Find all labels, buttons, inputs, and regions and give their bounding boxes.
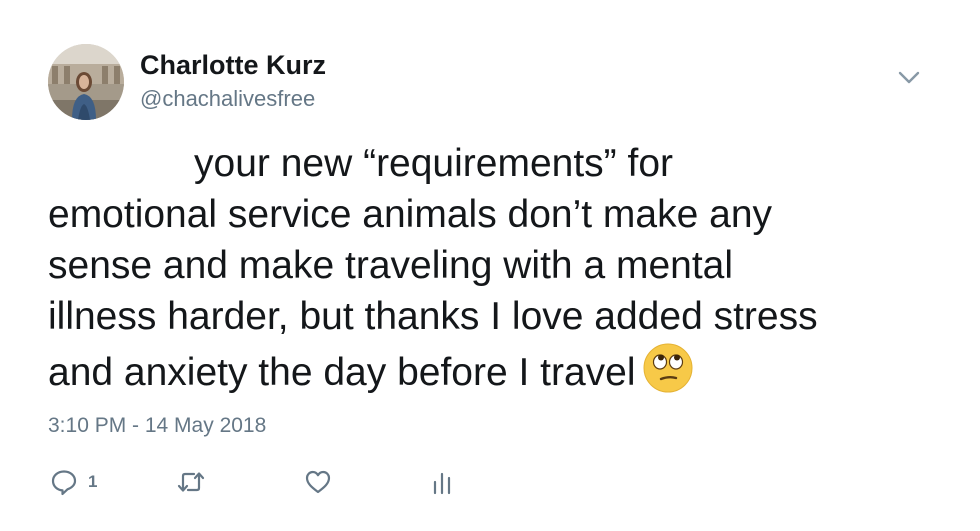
reply-count: 1 — [88, 472, 98, 491]
tweet-text: your new “requirements” for emotional se… — [48, 138, 928, 394]
tweet-text-line-content: and anxiety the day before I travel — [48, 351, 636, 394]
author-display-name[interactable]: Charlotte Kurz — [140, 50, 326, 81]
like-button[interactable] — [304, 462, 332, 502]
retweet-button[interactable] — [176, 462, 206, 502]
tweet-text-line-last: and anxiety the day before I travel — [48, 342, 928, 394]
tweet-text-line: your new “requirements” for — [194, 142, 674, 185]
chevron-down-icon[interactable] — [896, 68, 922, 88]
tweet-text-line: illness harder, but thanks I love added … — [48, 295, 818, 338]
author-handle[interactable]: @chachalivesfree — [140, 86, 315, 112]
avatar-photo — [48, 44, 124, 120]
tweet-text-line: emotional service animals don’t make any — [48, 193, 773, 236]
tweet-text-line: sense and make traveling with a mental — [48, 244, 734, 287]
avatar[interactable] — [48, 44, 124, 120]
retweet-icon — [177, 472, 205, 492]
like-icon — [305, 470, 331, 494]
tweet-timestamp[interactable]: 3:10 PM - 14 May 2018 — [48, 414, 266, 438]
tweet-actions: 1 — [48, 462, 468, 502]
reply-icon — [51, 470, 77, 496]
tweet-card: Charlotte Kurz @chachalivesfree your new… — [0, 0, 980, 531]
rolling-eyes-emoji-icon — [642, 342, 694, 394]
analytics-icon — [433, 472, 451, 495]
reply-button[interactable]: 1 — [50, 462, 97, 502]
analytics-button[interactable] — [430, 462, 454, 502]
